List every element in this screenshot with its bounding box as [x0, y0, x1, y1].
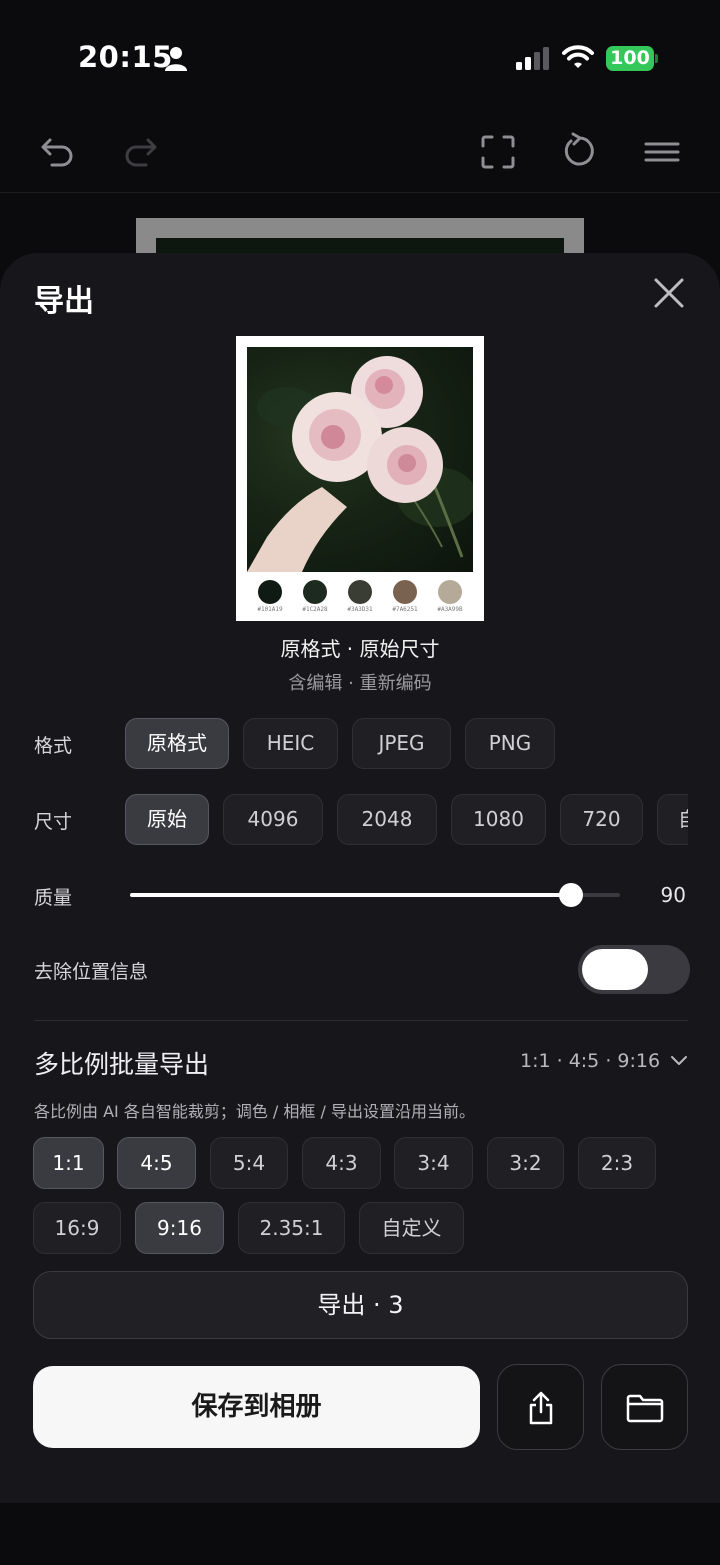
ratio-chip-3-4[interactable]: 3:4 — [394, 1137, 473, 1189]
wifi-icon — [562, 45, 594, 68]
format-option-original[interactable]: 原格式 — [125, 718, 229, 769]
ratio-chip-4-3[interactable]: 4:3 — [302, 1137, 381, 1189]
undo-icon[interactable] — [38, 132, 78, 172]
share-button[interactable] — [497, 1364, 584, 1450]
folder-icon — [626, 1394, 664, 1423]
redo-icon[interactable] — [120, 132, 160, 172]
size-option-custom[interactable]: 自定义 — [657, 794, 688, 845]
ratio-chip-5-4[interactable]: 5:4 — [210, 1137, 288, 1189]
palette-swatch — [258, 580, 282, 604]
ratio-chip-2-35-1[interactable]: 2.35:1 — [238, 1202, 345, 1254]
toggle-knob — [582, 949, 648, 990]
palette-swatch — [303, 580, 327, 604]
ratio-chip-9-16[interactable]: 9:16 — [135, 1202, 224, 1254]
size-option-original[interactable]: 原始 — [125, 794, 209, 845]
battery-indicator: 100 — [606, 46, 654, 71]
quality-label: 质量 — [34, 887, 73, 909]
size-option-720[interactable]: 720 — [560, 794, 643, 845]
ratio-chip-1-1[interactable]: 1:1 — [33, 1137, 104, 1189]
status-time: 20:15 — [78, 40, 173, 74]
ratio-chip-4-5[interactable]: 4:5 — [117, 1137, 196, 1189]
close-icon[interactable] — [652, 276, 686, 310]
size-label: 尺寸 — [34, 811, 73, 833]
quality-slider-fill — [130, 893, 571, 897]
palette-swatch — [393, 580, 417, 604]
format-option-png[interactable]: PNG — [465, 718, 555, 769]
reset-icon[interactable] — [560, 132, 600, 172]
format-label: 格式 — [34, 735, 73, 757]
person-icon — [165, 47, 187, 71]
palette-hex-label: #7A6251 — [392, 606, 418, 613]
palette-hex-label: #A3A99B — [437, 606, 463, 613]
fullscreen-icon[interactable] — [478, 132, 518, 172]
strip-location-label: 去除位置信息 — [34, 961, 149, 983]
ratio-chip-custom[interactable]: 自定义 — [359, 1202, 464, 1254]
palette-hex-label: #101A19 — [257, 606, 283, 613]
size-option-4096[interactable]: 4096 — [223, 794, 323, 845]
bottom-safe-area — [0, 1503, 720, 1565]
save-to-album-button[interactable]: 保存到相册 — [33, 1366, 480, 1448]
files-button[interactable] — [601, 1364, 688, 1450]
quality-slider-thumb[interactable] — [559, 883, 583, 907]
size-options-scroller[interactable]: 原始 4096 2048 1080 720 自定义 — [120, 792, 688, 848]
palette-swatch — [348, 580, 372, 604]
preview-subcaption: 含编辑 · 重新编码 — [288, 673, 432, 694]
cellular-signal-icon — [516, 47, 549, 70]
menu-icon[interactable] — [642, 132, 682, 172]
batch-export-button[interactable]: 导出 · 3 — [33, 1271, 688, 1339]
ratio-chip-2-3[interactable]: 2:3 — [578, 1137, 656, 1189]
sheet-title: 导出 — [34, 284, 94, 319]
ratio-chip-3-2[interactable]: 3:2 — [487, 1137, 564, 1189]
section-divider — [34, 1020, 688, 1021]
chevron-down-icon[interactable] — [670, 1054, 688, 1068]
palette-swatch — [438, 580, 462, 604]
quality-value: 90 — [660, 883, 686, 907]
palette-hex-label: #3A3D31 — [347, 606, 373, 613]
ratio-chip-16-9[interactable]: 16:9 — [33, 1202, 121, 1254]
batch-description: 各比例由 AI 各自智能裁剪；调色 / 相框 / 导出设置沿用当前。 — [34, 1102, 475, 1121]
preview-photo — [247, 347, 473, 572]
share-icon — [529, 1391, 553, 1425]
battery-tip — [655, 54, 658, 63]
size-option-2048[interactable]: 2048 — [337, 794, 437, 845]
preview-caption: 原格式 · 原始尺寸 — [280, 637, 440, 661]
toolbar-divider — [0, 192, 720, 193]
size-option-1080[interactable]: 1080 — [451, 794, 546, 845]
palette-hex-label: #1C2A28 — [302, 606, 328, 613]
format-option-heic[interactable]: HEIC — [243, 718, 338, 769]
batch-ratio-summary[interactable]: 1:1 · 4:5 · 9:16 — [520, 1050, 660, 1072]
format-option-jpeg[interactable]: JPEG — [352, 718, 451, 769]
batch-export-title: 多比例批量导出 — [34, 1050, 210, 1079]
